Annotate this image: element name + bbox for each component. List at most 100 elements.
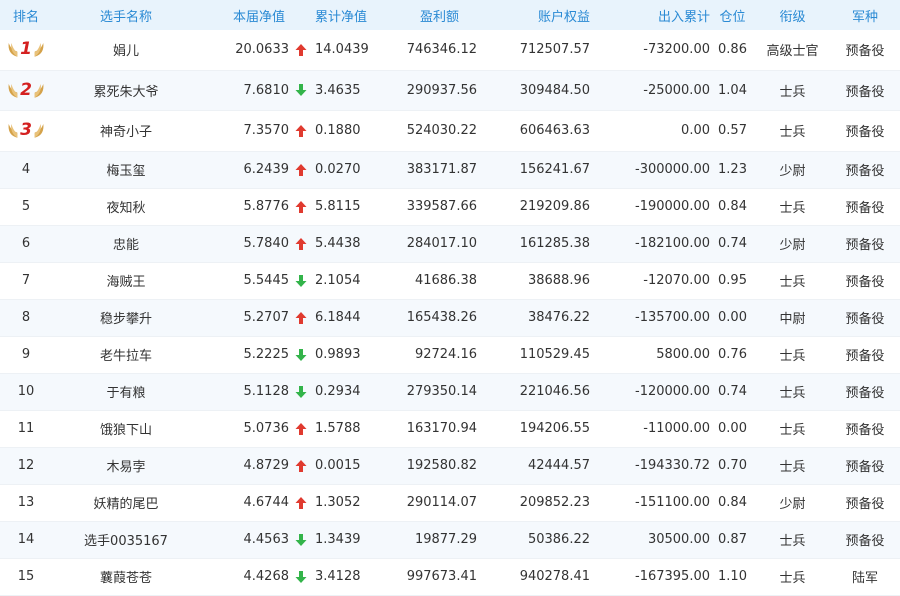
- arrow-up-icon: [295, 311, 307, 324]
- arrow-down-icon: [295, 274, 307, 287]
- cell-arm: 预备役: [845, 386, 885, 401]
- cell-position: 0.76: [718, 347, 747, 362]
- cell-trend: [295, 199, 315, 214]
- arrow-up-icon: [295, 422, 307, 435]
- table-row[interactable]: 4 梅玉玺 6.2439 0.0270 383171.87 156241.67 -30000…: [0, 151, 900, 189]
- cell-equity: 42444.57: [527, 458, 590, 473]
- cell-equity: 38688.96: [527, 273, 590, 288]
- cell-cumulative-net: 5.8115: [315, 199, 361, 214]
- cell-position: 0.86: [718, 42, 747, 58]
- cell-player-name[interactable]: 夜知秋: [52, 197, 200, 216]
- cell-player-name[interactable]: 选手0035167: [52, 530, 200, 549]
- cell-equity: 309484.50: [519, 82, 590, 98]
- header-flow[interactable]: 出入累计: [590, 6, 710, 25]
- table-row[interactable]: 9 老牛拉车 5.2225 0.9893 92724.16 110529.45 5800.0…: [0, 337, 900, 374]
- cell-player-name[interactable]: 海贼王: [52, 271, 200, 290]
- cell-player-name[interactable]: 老牛拉车: [52, 345, 200, 364]
- table-row[interactable]: 3 神奇小子 7.3570 0.1880 524030.22 606463.63 0.00 0…: [0, 111, 900, 152]
- cell-trend: [295, 310, 315, 325]
- cell-position: 1.04: [718, 82, 747, 98]
- header-name[interactable]: 选手名称: [52, 6, 200, 25]
- cell-player-name[interactable]: 饿狼下山: [52, 419, 200, 438]
- cell-trend: [295, 123, 315, 138]
- table-row[interactable]: 14 选手0035167 4.4563 1.3439 19877.29 50386.22 3…: [0, 521, 900, 559]
- arrow-up-icon: [295, 237, 307, 250]
- cell-cumulative-net: 0.0270: [315, 162, 361, 177]
- cell-trend: [295, 532, 315, 547]
- cell-equity: 156241.67: [519, 162, 590, 177]
- cell-net-value: 4.8729: [243, 458, 290, 473]
- cell-military-title: 士兵: [779, 275, 806, 290]
- cell-flow: -194330.72: [635, 458, 710, 473]
- medal-rank-number: 1: [20, 39, 32, 60]
- arrow-down-icon: [295, 385, 307, 398]
- cell-cumulative-net: 3.4128: [315, 569, 361, 584]
- cell-arm: 陆军: [851, 571, 878, 586]
- header-equity[interactable]: 账户权益: [477, 6, 590, 25]
- cell-trend: [295, 458, 315, 473]
- rank-number: 15: [17, 569, 35, 584]
- cell-rank: 14: [0, 532, 52, 547]
- table-row[interactable]: 10 于有粮 5.1128 0.2934 279350.14 221046.56 -1200…: [0, 373, 900, 411]
- cell-player-name[interactable]: 神奇小子: [52, 121, 200, 140]
- cell-flow: -25000.00: [643, 82, 710, 98]
- cell-player-name[interactable]: 累死朱大爷: [52, 81, 200, 100]
- cell-cumulative-net: 0.0015: [315, 458, 361, 473]
- cell-player-name[interactable]: 蘘葭苍苍: [52, 567, 200, 586]
- cell-cumulative-net: 1.5788: [315, 421, 361, 436]
- table-row[interactable]: 6 忠能 5.7840 5.4438 284017.10 161285.38 -182100…: [0, 225, 900, 263]
- cell-cumulative-net: 1.3052: [315, 495, 361, 510]
- cell-trend: [295, 162, 315, 177]
- cell-cumulative-net: 0.1880: [315, 123, 361, 139]
- table-row[interactable]: 1 娟儿 20.0633 14.0439 746346.12 712507.57 -7320…: [0, 30, 900, 71]
- cell-profit: 290114.07: [406, 495, 477, 510]
- cell-military-title: 中尉: [779, 312, 806, 327]
- cell-equity: 161285.38: [519, 236, 590, 251]
- table-row[interactable]: 15 蘘葭苍苍 4.4268 3.4128 997673.41 940278.41 -167…: [0, 559, 900, 596]
- cell-position: 0.70: [718, 458, 747, 473]
- table-row[interactable]: 2 累死朱大爷 7.6810 3.4635 290937.56 309484.50 -250…: [0, 70, 900, 111]
- cell-profit: 383171.87: [406, 162, 477, 177]
- arrow-down-icon: [295, 84, 307, 97]
- cell-net-value: 4.6744: [243, 495, 290, 510]
- table-row[interactable]: 7 海贼王 5.5445 2.1054 41686.38 38688.96 -12070.0…: [0, 263, 900, 300]
- header-title[interactable]: 衔级: [755, 6, 830, 25]
- cell-net-value: 5.8776: [243, 199, 290, 214]
- cell-trend: [295, 384, 315, 399]
- cell-equity: 38476.22: [527, 310, 590, 325]
- cell-net-value: 5.7840: [243, 236, 290, 251]
- cell-player-name[interactable]: 于有粮: [52, 382, 200, 401]
- header-rank[interactable]: 排名: [0, 6, 52, 25]
- cell-military-title: 士兵: [779, 460, 806, 475]
- cell-position: 0.84: [718, 199, 747, 214]
- cell-military-title: 士兵: [779, 125, 806, 141]
- cell-profit: 192580.82: [406, 458, 477, 473]
- cell-player-name[interactable]: 忠能: [52, 234, 200, 253]
- cell-arm: 预备役: [845, 349, 885, 364]
- cell-player-name[interactable]: 梅玉玺: [52, 160, 200, 179]
- cell-rank: 10: [0, 384, 52, 399]
- header-cumulative-net[interactable]: 累计净值: [315, 6, 367, 25]
- cell-rank: 3: [0, 117, 52, 144]
- cell-player-name[interactable]: 娟儿: [52, 40, 200, 59]
- cell-net-value: 5.1128: [243, 384, 290, 399]
- header-net-value[interactable]: 本届净值: [200, 6, 315, 25]
- cell-cumulative-net: 3.4635: [315, 82, 361, 98]
- cell-arm: 预备役: [845, 125, 885, 141]
- cell-player-name[interactable]: 妖精的尾巴: [52, 493, 200, 512]
- cell-profit: 524030.22: [406, 123, 477, 139]
- table-row[interactable]: 8 稳步攀升 5.2707 6.1844 165438.26 38476.22 -13570…: [0, 299, 900, 337]
- table-row[interactable]: 5 夜知秋 5.8776 5.8115 339587.66 219209.86 -19000…: [0, 189, 900, 226]
- cell-rank: 8: [0, 310, 52, 325]
- table-row[interactable]: 12 木易孛 4.8729 0.0015 192580.82 42444.57 -19433…: [0, 447, 900, 485]
- cell-player-name[interactable]: 木易孛: [52, 456, 200, 475]
- header-profit[interactable]: 盈利额: [360, 6, 477, 25]
- cell-cumulative-net: 0.9893: [315, 347, 361, 362]
- cell-player-name[interactable]: 稳步攀升: [52, 308, 200, 327]
- header-arm[interactable]: 军种: [830, 6, 900, 25]
- table-row[interactable]: 13 妖精的尾巴 4.6744 1.3052 290114.07 209852.23 -15…: [0, 485, 900, 522]
- cell-arm: 预备役: [845, 84, 885, 100]
- cell-profit: 290937.56: [406, 82, 477, 98]
- header-position[interactable]: 仓位: [710, 6, 755, 25]
- table-row[interactable]: 11 饿狼下山 5.0736 1.5788 163170.94 194206.55 -110…: [0, 411, 900, 448]
